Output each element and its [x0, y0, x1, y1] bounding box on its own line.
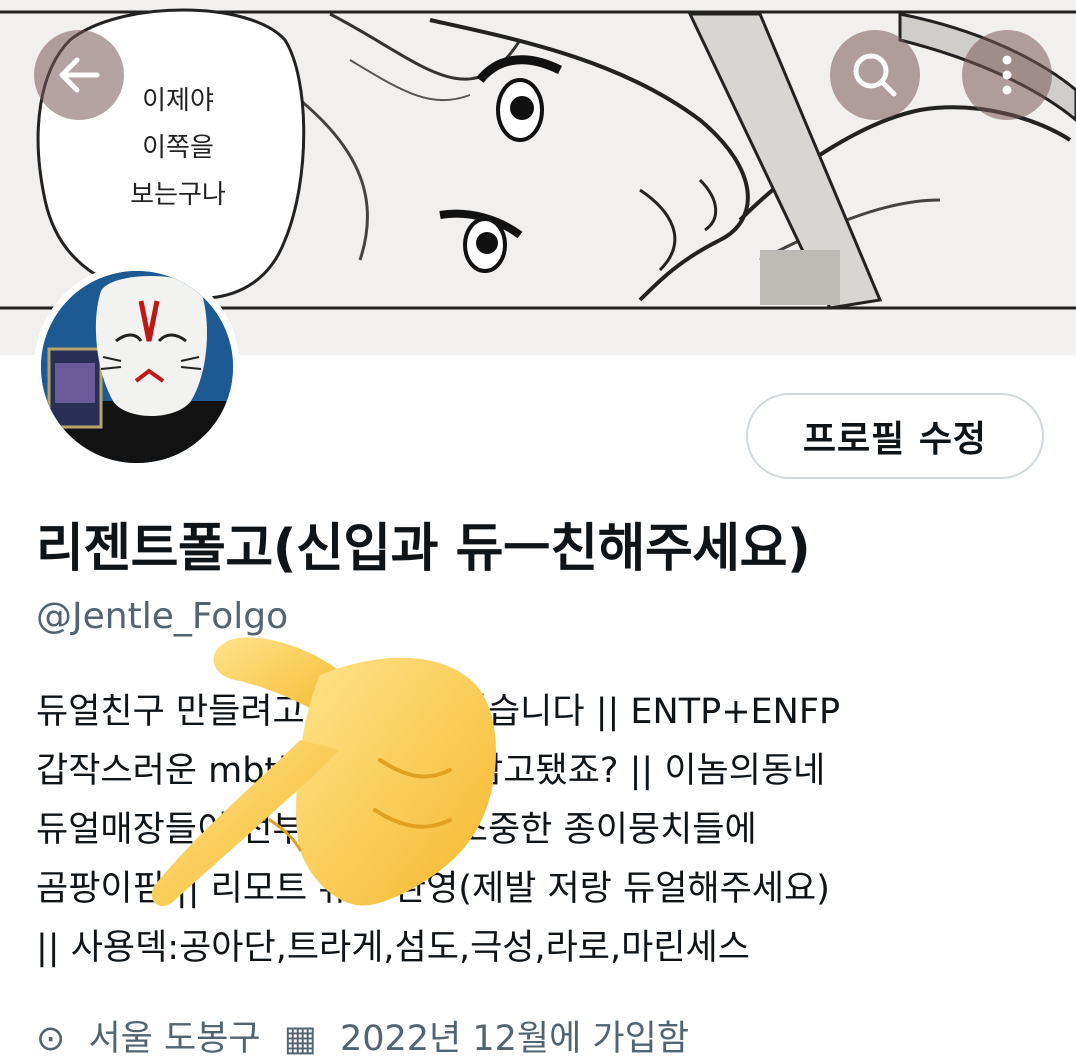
calendar-icon: ▦	[283, 1019, 317, 1059]
avatar[interactable]	[34, 264, 240, 470]
more-button[interactable]	[962, 30, 1052, 120]
speech-line: 이쪽을	[142, 133, 214, 163]
speech-line: 이제야	[142, 86, 214, 116]
edit-profile-button[interactable]: 프로필 수정	[746, 393, 1044, 479]
back-button[interactable]	[34, 30, 124, 120]
fox-mask-photo	[41, 271, 233, 463]
location: 서울 도봉구	[88, 1019, 261, 1059]
location-icon: ⊙	[36, 1019, 66, 1059]
search-icon	[853, 53, 897, 97]
search-button[interactable]	[830, 30, 920, 120]
join-date: 2022년 12월에 가입함	[339, 1019, 690, 1059]
bio-line: || 사용덱:공아단,트라게,섬도,극성,라로,마린세스	[36, 928, 750, 968]
profile-meta: ⊙ 서울 도봉구 ▦ 2022년 12월에 가입함	[36, 1010, 1066, 1061]
avatar-image	[41, 271, 233, 463]
display-name: 리젠트폴고(신입과 듀ㅡ친해주세요)	[36, 519, 811, 579]
pointing-hand-emoji-icon	[151, 637, 497, 907]
speech-bubble-text: 이제야 이쪽을 보는구나	[118, 78, 238, 219]
speech-line: 보는구나	[130, 180, 226, 210]
more-vertical-icon	[1002, 55, 1012, 95]
arrow-left-icon	[59, 57, 100, 93]
